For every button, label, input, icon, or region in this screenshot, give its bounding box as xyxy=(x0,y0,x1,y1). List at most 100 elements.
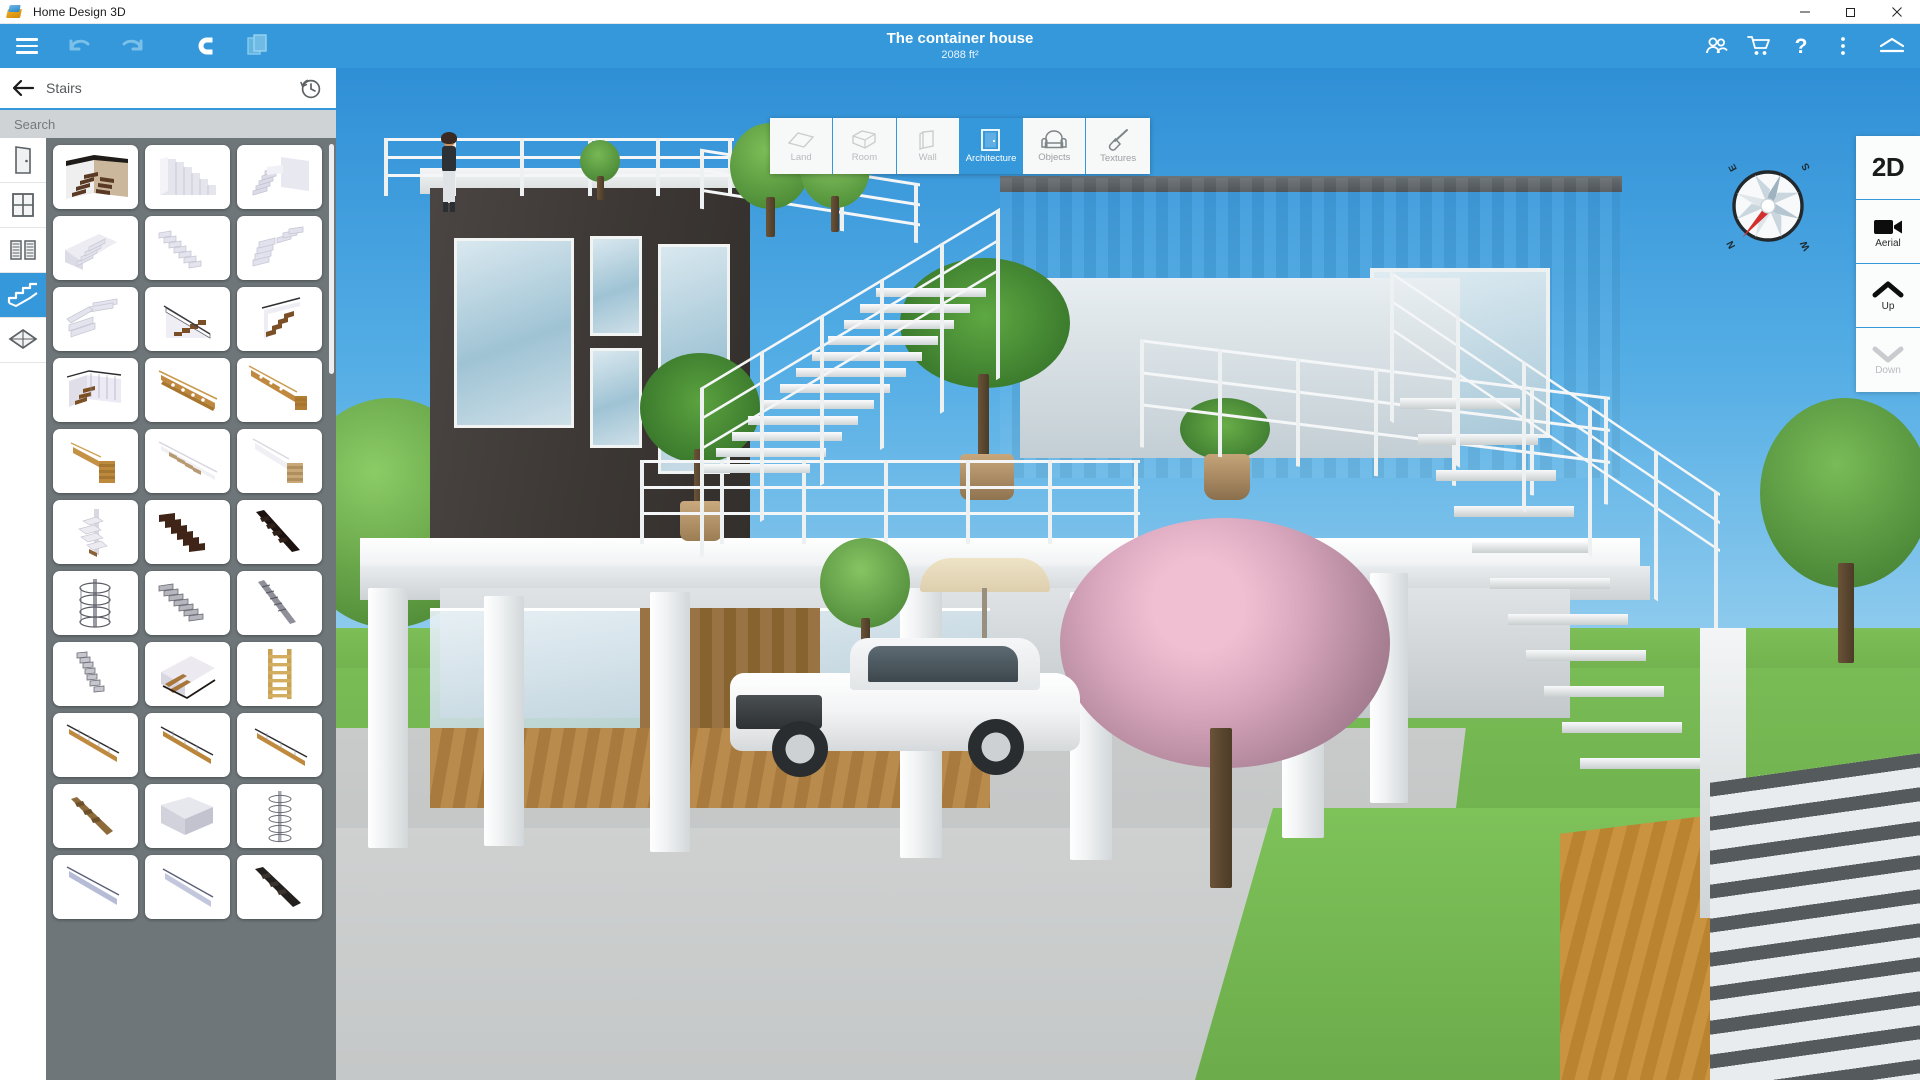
tab-room-label: Room xyxy=(851,152,878,163)
hamburger-menu-icon[interactable] xyxy=(0,24,54,68)
tab-land-label: Land xyxy=(790,152,812,163)
catalog-header: Stairs xyxy=(0,68,336,110)
catalog-item-stair-wood-rail-c[interactable] xyxy=(237,713,322,777)
video-camera-icon xyxy=(1874,219,1902,234)
catalog-item-stair-wood-dark-rail[interactable] xyxy=(237,287,322,351)
close-icon[interactable] xyxy=(1874,0,1920,24)
catalog-row xyxy=(53,784,336,848)
more-options-icon[interactable] xyxy=(1822,24,1864,68)
history-clock-icon[interactable] xyxy=(284,67,336,109)
catalog-scrollbar[interactable] xyxy=(329,144,334,374)
catalog-item-stair-wood-open-rail[interactable] xyxy=(145,358,230,422)
catalog-item-ladder-wood[interactable] xyxy=(237,642,322,706)
catalog-item-stair-wood-rail-a[interactable] xyxy=(53,713,138,777)
catalog-item-stair-spiral-metal[interactable] xyxy=(53,571,138,635)
catalog-item-stair-blue-partial-b[interactable] xyxy=(145,855,230,919)
sidebar-item-shutters[interactable] xyxy=(0,228,46,273)
sidebar-item-roof[interactable] xyxy=(0,318,46,363)
rooftop-plant-1 xyxy=(580,140,620,200)
app-title: Home Design 3D xyxy=(33,4,126,19)
app-logo-icon xyxy=(6,3,24,21)
catalog-item-stair-black-straight[interactable] xyxy=(237,500,322,564)
catalog-item-stair-wood-rail-glass[interactable] xyxy=(145,287,230,351)
garden-parasol xyxy=(920,558,1050,638)
sidebar-item-windows[interactable] xyxy=(0,183,46,228)
help-icon[interactable]: ? xyxy=(1780,24,1822,68)
compass-rose[interactable]: E S N W xyxy=(1720,158,1816,254)
tab-wall[interactable]: Wall xyxy=(896,118,960,174)
view-mode-2d-button[interactable]: 2D xyxy=(1856,136,1920,200)
stairs-icon xyxy=(7,282,38,307)
level-up-button[interactable]: Up xyxy=(1856,264,1920,328)
copy-paste-icon[interactable] xyxy=(232,24,284,68)
catalog-item-stair-grey-solid[interactable] xyxy=(145,784,230,848)
tab-room[interactable]: Room xyxy=(833,118,897,174)
catalog-item-stair-wood-light-turn[interactable] xyxy=(237,429,322,493)
catalog-item-stair-wood-angled[interactable] xyxy=(53,784,138,848)
toolbar-left-group xyxy=(0,24,284,68)
catalog-row xyxy=(53,358,336,422)
catalog-panel: Stairs xyxy=(0,68,336,1080)
level-down-button: Down xyxy=(1856,328,1920,392)
minimize-icon[interactable] xyxy=(1782,0,1828,24)
door-icon xyxy=(15,146,31,174)
catalog-item-stair-wall-stone-dark[interactable] xyxy=(53,145,138,209)
catalog-item-stair-straight-white-solid[interactable] xyxy=(145,145,230,209)
catalog-item-stair-blue-partial-a[interactable] xyxy=(53,855,138,919)
roof-icon xyxy=(8,328,38,350)
catalog-item-stair-wood-half-turn[interactable] xyxy=(53,429,138,493)
collapse-toolbar-icon[interactable] xyxy=(1864,24,1920,68)
camera-mode-label: Aerial xyxy=(1875,237,1901,249)
redo-icon[interactable] xyxy=(106,24,158,68)
catalog-thumbnail-grid[interactable] xyxy=(46,138,336,1080)
catalog-item-stair-curved-metal[interactable] xyxy=(53,642,138,706)
catalog-item-stair-dark-partial[interactable] xyxy=(237,855,322,919)
exterior-staircase-center xyxy=(700,207,1120,568)
community-icon[interactable] xyxy=(1696,24,1738,68)
column-2 xyxy=(484,596,524,846)
catalog-row xyxy=(53,287,336,351)
catalog-item-stair-spiral-thin[interactable] xyxy=(237,784,322,848)
catalog-item-stair-metal-thin[interactable] xyxy=(237,571,322,635)
catalog-item-stair-spiral-white-small[interactable] xyxy=(53,500,138,564)
window-icon xyxy=(12,193,34,217)
catalog-item-stair-wood-white-step[interactable] xyxy=(145,429,230,493)
level-up-label: Up xyxy=(1881,300,1895,312)
catalog-item-stair-split-landing-white[interactable] xyxy=(53,287,138,351)
sidebar-item-doors[interactable] xyxy=(0,138,46,183)
application-window: Home Design 3D The container house 2088 … xyxy=(0,0,1920,1080)
tab-land[interactable]: Land xyxy=(770,118,834,174)
back-arrow-icon[interactable] xyxy=(0,67,46,109)
camera-mode-button[interactable]: Aerial xyxy=(1856,200,1920,264)
sidebar-item-stairs[interactable] xyxy=(0,273,46,318)
column-1 xyxy=(368,588,408,848)
catalog-row xyxy=(53,642,336,706)
chevron-up-icon xyxy=(1872,281,1904,297)
tab-architecture[interactable]: Architecture xyxy=(959,118,1024,174)
tab-objects-label: Objects xyxy=(1038,152,1071,163)
tab-objects[interactable]: Objects xyxy=(1023,118,1087,174)
page-title: The container house xyxy=(886,30,1034,47)
maximize-icon[interactable] xyxy=(1828,0,1874,24)
magnet-snap-icon[interactable] xyxy=(180,24,232,68)
catalog-item-stair-wood-l-rail[interactable] xyxy=(237,358,322,422)
shutters-icon xyxy=(10,240,36,260)
catalog-item-stair-quarter-turn-white[interactable] xyxy=(53,216,138,280)
shopping-cart-icon[interactable] xyxy=(1738,24,1780,68)
search-bar[interactable] xyxy=(0,110,336,138)
catalog-item-stair-wood-rail-b[interactable] xyxy=(145,713,230,777)
catalog-item-stair-straight-thin-white[interactable] xyxy=(145,216,230,280)
tab-textures-label: Textures xyxy=(1100,153,1137,164)
search-input[interactable] xyxy=(0,116,336,132)
catalog-item-stair-wood-mesh-rail[interactable] xyxy=(53,358,138,422)
tab-architecture-label: Architecture xyxy=(965,153,1017,164)
undo-icon[interactable] xyxy=(54,24,106,68)
catalog-item-stair-metal-straight[interactable] xyxy=(145,571,230,635)
catalog-item-stair-winder-white[interactable] xyxy=(237,216,322,280)
tab-textures[interactable]: Textures xyxy=(1086,118,1150,174)
catalog-item-stair-l-shape-white[interactable] xyxy=(237,145,322,209)
catalog-item-stair-dark-wood-straight[interactable] xyxy=(145,500,230,564)
tab-wall-label: Wall xyxy=(918,152,937,163)
car xyxy=(730,633,1080,793)
catalog-item-stair-wood-platform[interactable] xyxy=(145,642,230,706)
